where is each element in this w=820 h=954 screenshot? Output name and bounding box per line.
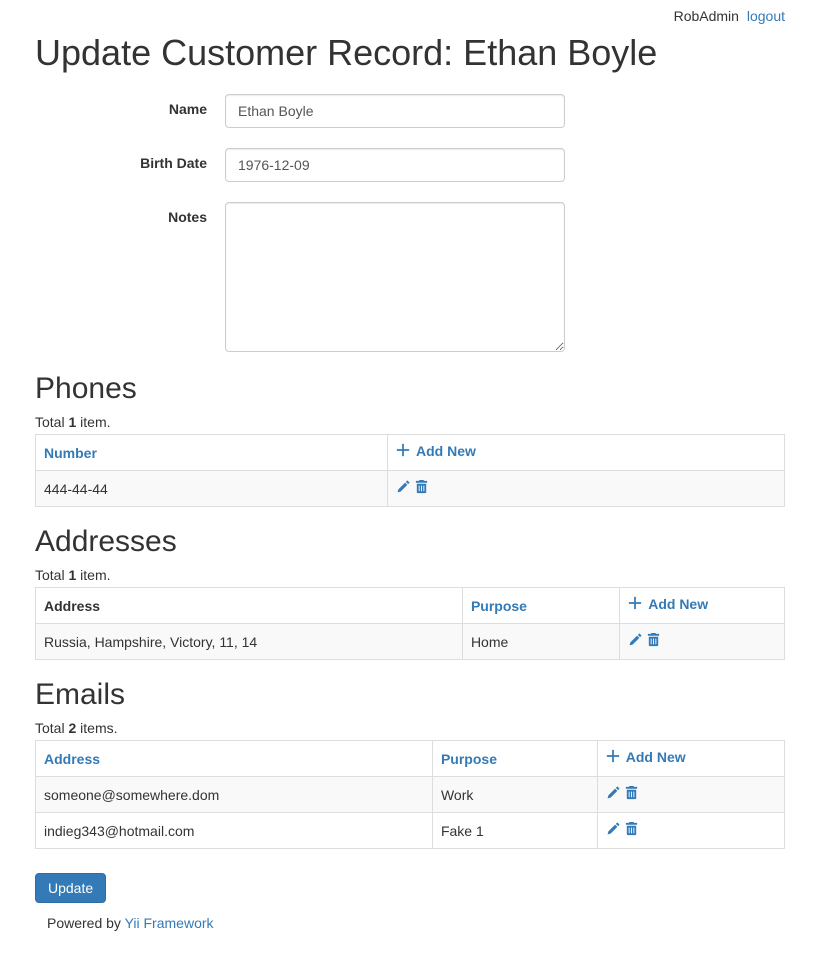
table-row: Russia, Hampshire, Victory, 11, 14 Home: [36, 624, 785, 660]
summary-suffix: item.: [76, 414, 110, 430]
plus-icon: [396, 443, 412, 459]
add-new-label: Add New: [416, 443, 476, 459]
plus-icon: [628, 596, 644, 612]
addresses-table: Address Purpose Add New Russia, Hampshir…: [35, 587, 785, 660]
purpose-cell: Work: [432, 777, 597, 813]
phones-heading: Phones: [35, 372, 785, 406]
actions-cell: [388, 471, 785, 507]
pencil-icon[interactable]: [606, 785, 622, 801]
footer-link[interactable]: Yii Framework: [125, 915, 214, 931]
summary-prefix: Total: [35, 567, 68, 583]
trash-icon[interactable]: [646, 632, 662, 648]
table-row: indieg343@hotmail.com Fake 1: [36, 813, 785, 849]
phones-summary: Total 1 item.: [35, 414, 785, 430]
birthdate-input[interactable]: [225, 148, 565, 182]
address-cell: Russia, Hampshire, Victory, 11, 14: [36, 624, 463, 660]
addresses-col-address: Address: [36, 588, 463, 624]
purpose-cell: Home: [462, 624, 619, 660]
birthdate-label: Birth Date: [35, 148, 225, 171]
pencil-icon[interactable]: [606, 821, 622, 837]
page-title: Update Customer Record: Ethan Boyle: [35, 32, 785, 74]
update-button[interactable]: Update: [35, 873, 106, 903]
actions-cell: [597, 777, 784, 813]
logout-link[interactable]: logout: [747, 8, 785, 24]
phone-number-cell: 444-44-44: [36, 471, 388, 507]
table-row: someone@somewhere.dom Work: [36, 777, 785, 813]
name-label: Name: [35, 94, 225, 117]
name-input[interactable]: [225, 94, 565, 128]
purpose-cell: Fake 1: [432, 813, 597, 849]
summary-suffix: item.: [76, 567, 110, 583]
email-address-cell: someone@somewhere.dom: [36, 777, 433, 813]
emails-col-purpose[interactable]: Purpose: [432, 741, 597, 777]
phones-table: Number Add New 444-44-44: [35, 434, 785, 507]
plus-icon: [606, 749, 622, 765]
footer-text: Powered by: [47, 915, 125, 931]
emails-heading: Emails: [35, 678, 785, 712]
emails-table: Address Purpose Add New someone@somewher…: [35, 740, 785, 849]
phones-col-number[interactable]: Number: [36, 435, 388, 471]
add-new-label: Add New: [626, 749, 686, 765]
actions-cell: [620, 624, 785, 660]
phones-add-new-button[interactable]: Add New: [396, 443, 476, 459]
footer: Powered by Yii Framework: [35, 915, 785, 941]
pencil-icon[interactable]: [628, 632, 644, 648]
emails-add-new-button[interactable]: Add New: [606, 749, 686, 765]
pencil-icon[interactable]: [396, 479, 412, 495]
trash-icon[interactable]: [414, 479, 430, 495]
notes-textarea[interactable]: [225, 202, 565, 352]
trash-icon[interactable]: [624, 821, 640, 837]
emails-summary: Total 2 items.: [35, 720, 785, 736]
addresses-summary: Total 1 item.: [35, 567, 785, 583]
addresses-heading: Addresses: [35, 525, 785, 559]
table-row: 444-44-44: [36, 471, 785, 507]
email-address-cell: indieg343@hotmail.com: [36, 813, 433, 849]
summary-suffix: items.: [76, 720, 117, 736]
actions-cell: [597, 813, 784, 849]
addresses-col-purpose[interactable]: Purpose: [462, 588, 619, 624]
notes-label: Notes: [35, 202, 225, 225]
add-new-label: Add New: [648, 596, 708, 612]
addresses-add-new-button[interactable]: Add New: [628, 596, 708, 612]
summary-prefix: Total: [35, 414, 68, 430]
trash-icon[interactable]: [624, 785, 640, 801]
topbar: RobAdmin logout: [35, 0, 785, 26]
emails-col-address[interactable]: Address: [36, 741, 433, 777]
username-label: RobAdmin: [674, 8, 739, 24]
summary-prefix: Total: [35, 720, 68, 736]
